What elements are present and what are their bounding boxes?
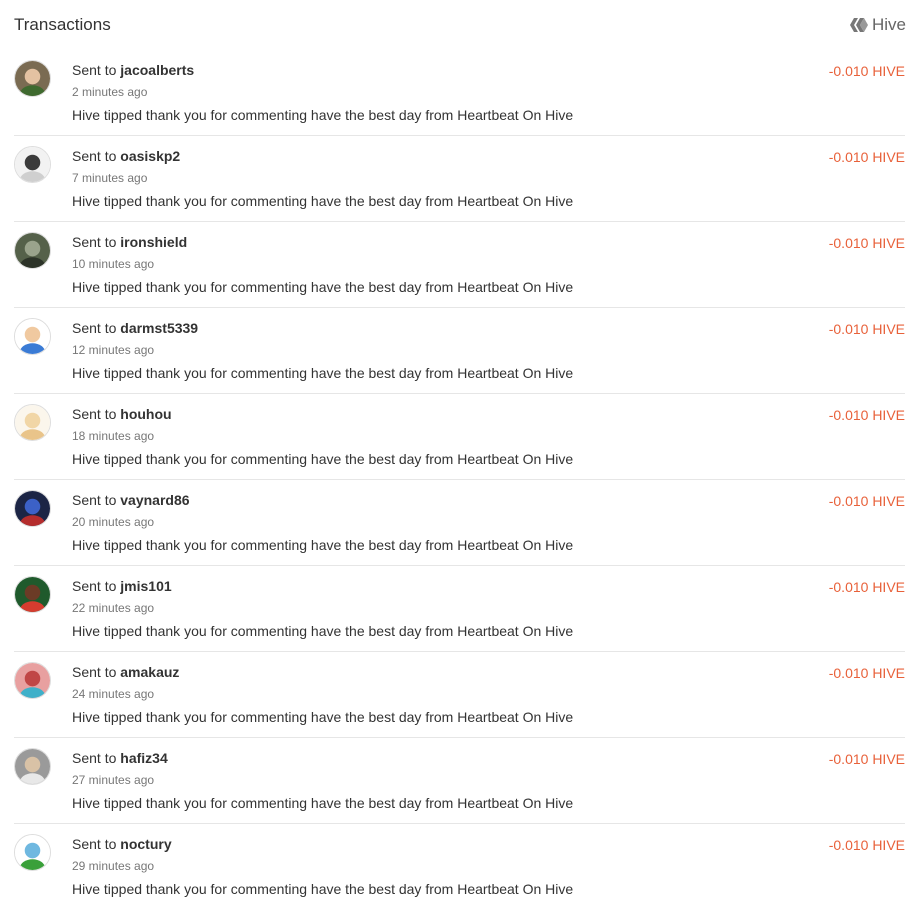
transaction-prefix: Sent to [72, 234, 117, 250]
transaction-time: 20 minutes ago [72, 515, 155, 529]
transaction-summary: Sent to oasiskp2 [72, 148, 180, 164]
transaction-time: 12 minutes ago [72, 343, 155, 357]
transaction-memo: Hive tipped thank you for commenting hav… [72, 107, 574, 123]
transaction-row: Sent to hafiz34 27 minutes ago Hive tipp… [14, 738, 905, 824]
transaction-amount: -0.010 HIVE [828, 665, 905, 681]
transaction-time: 2 minutes ago [72, 85, 148, 99]
transaction-memo: Hive tipped thank you for commenting hav… [72, 709, 574, 725]
avatar[interactable] [14, 490, 51, 527]
avatar-image [15, 147, 50, 182]
transaction-prefix: Sent to [72, 836, 117, 852]
avatar[interactable] [14, 232, 51, 269]
transaction-row: Sent to ironshield 10 minutes ago Hive t… [14, 222, 905, 308]
transaction-summary: Sent to ironshield [72, 234, 187, 250]
transaction-time: 29 minutes ago [72, 859, 155, 873]
transaction-memo: Hive tipped thank you for commenting hav… [72, 795, 574, 811]
transaction-amount: -0.010 HIVE [828, 407, 905, 423]
hive-brand: Hive [849, 15, 906, 35]
transaction-amount: -0.010 HIVE [828, 579, 905, 595]
transaction-time: 7 minutes ago [72, 171, 148, 185]
recipient-link[interactable]: jacoalberts [120, 62, 194, 78]
hive-brand-label: Hive [871, 15, 906, 34]
transaction-row: Sent to amakauz 24 minutes ago Hive tipp… [14, 652, 905, 738]
transaction-memo: Hive tipped thank you for commenting hav… [72, 881, 574, 897]
transaction-summary: Sent to amakauz [72, 664, 179, 680]
avatar-image [15, 61, 50, 96]
transaction-prefix: Sent to [72, 320, 117, 336]
avatar[interactable] [14, 834, 51, 871]
recipient-link[interactable]: amakauz [120, 664, 179, 680]
transaction-row: Sent to jacoalberts 2 minutes ago Hive t… [14, 50, 905, 136]
transaction-row: Sent to darmst5339 12 minutes ago Hive t… [14, 308, 905, 394]
transaction-summary: Sent to jmis101 [72, 578, 172, 594]
hive-logo-icon [849, 17, 868, 33]
transaction-summary: Sent to darmst5339 [72, 320, 198, 336]
transaction-amount: -0.010 HIVE [828, 235, 905, 251]
transaction-time: 22 minutes ago [72, 601, 155, 615]
recipient-link[interactable]: ironshield [120, 234, 187, 250]
avatar-image [15, 233, 50, 268]
transaction-prefix: Sent to [72, 492, 117, 508]
transactions-header: Transactions Hive [14, 12, 906, 38]
transaction-row: Sent to jmis101 22 minutes ago Hive tipp… [14, 566, 905, 652]
avatar-image [15, 577, 50, 612]
avatar[interactable] [14, 748, 51, 785]
transaction-prefix: Sent to [72, 578, 117, 594]
recipient-link[interactable]: noctury [120, 836, 171, 852]
avatar-image [15, 319, 50, 354]
transaction-prefix: Sent to [72, 664, 117, 680]
avatar-image [15, 491, 50, 526]
transaction-prefix: Sent to [72, 62, 117, 78]
avatar[interactable] [14, 318, 51, 355]
avatar[interactable] [14, 60, 51, 97]
transaction-amount: -0.010 HIVE [828, 321, 905, 337]
transaction-time: 18 minutes ago [72, 429, 155, 443]
transaction-row: Sent to noctury 29 minutes ago Hive tipp… [14, 824, 905, 910]
transaction-prefix: Sent to [72, 406, 117, 422]
transaction-time: 24 minutes ago [72, 687, 155, 701]
transaction-row: Sent to houhou 18 minutes ago Hive tippe… [14, 394, 905, 480]
recipient-link[interactable]: darmst5339 [120, 320, 198, 336]
avatar[interactable] [14, 146, 51, 183]
avatar-image [15, 663, 50, 698]
avatar[interactable] [14, 662, 51, 699]
transaction-memo: Hive tipped thank you for commenting hav… [72, 537, 574, 553]
transaction-memo: Hive tipped thank you for commenting hav… [72, 623, 574, 639]
transaction-amount: -0.010 HIVE [828, 837, 905, 853]
recipient-link[interactable]: jmis101 [120, 578, 171, 594]
transaction-amount: -0.010 HIVE [828, 63, 905, 79]
transaction-memo: Hive tipped thank you for commenting hav… [72, 365, 574, 381]
transaction-memo: Hive tipped thank you for commenting hav… [72, 193, 574, 209]
transaction-amount: -0.010 HIVE [828, 493, 905, 509]
transaction-memo: Hive tipped thank you for commenting hav… [72, 451, 574, 467]
recipient-link[interactable]: hafiz34 [120, 750, 167, 766]
recipient-link[interactable]: vaynard86 [120, 492, 189, 508]
transaction-row: Sent to oasiskp2 7 minutes ago Hive tipp… [14, 136, 905, 222]
transaction-amount: -0.010 HIVE [828, 751, 905, 767]
recipient-link[interactable]: houhou [120, 406, 171, 422]
transaction-summary: Sent to noctury [72, 836, 172, 852]
avatar[interactable] [14, 404, 51, 441]
avatar-image [15, 835, 50, 870]
avatar-image [15, 749, 50, 784]
recipient-link[interactable]: oasiskp2 [120, 148, 180, 164]
transaction-summary: Sent to houhou [72, 406, 172, 422]
transaction-amount: -0.010 HIVE [828, 149, 905, 165]
transaction-time: 10 minutes ago [72, 257, 155, 271]
transaction-summary: Sent to hafiz34 [72, 750, 168, 766]
transaction-row: Sent to vaynard86 20 minutes ago Hive ti… [14, 480, 905, 566]
transaction-time: 27 minutes ago [72, 773, 155, 787]
page-title: Transactions [14, 15, 111, 34]
transaction-summary: Sent to vaynard86 [72, 492, 190, 508]
transaction-prefix: Sent to [72, 148, 117, 164]
transaction-summary: Sent to jacoalberts [72, 62, 194, 78]
transaction-memo: Hive tipped thank you for commenting hav… [72, 279, 574, 295]
transaction-list: Sent to jacoalberts 2 minutes ago Hive t… [14, 50, 905, 910]
avatar[interactable] [14, 576, 51, 613]
avatar-image [15, 405, 50, 440]
transaction-prefix: Sent to [72, 750, 117, 766]
